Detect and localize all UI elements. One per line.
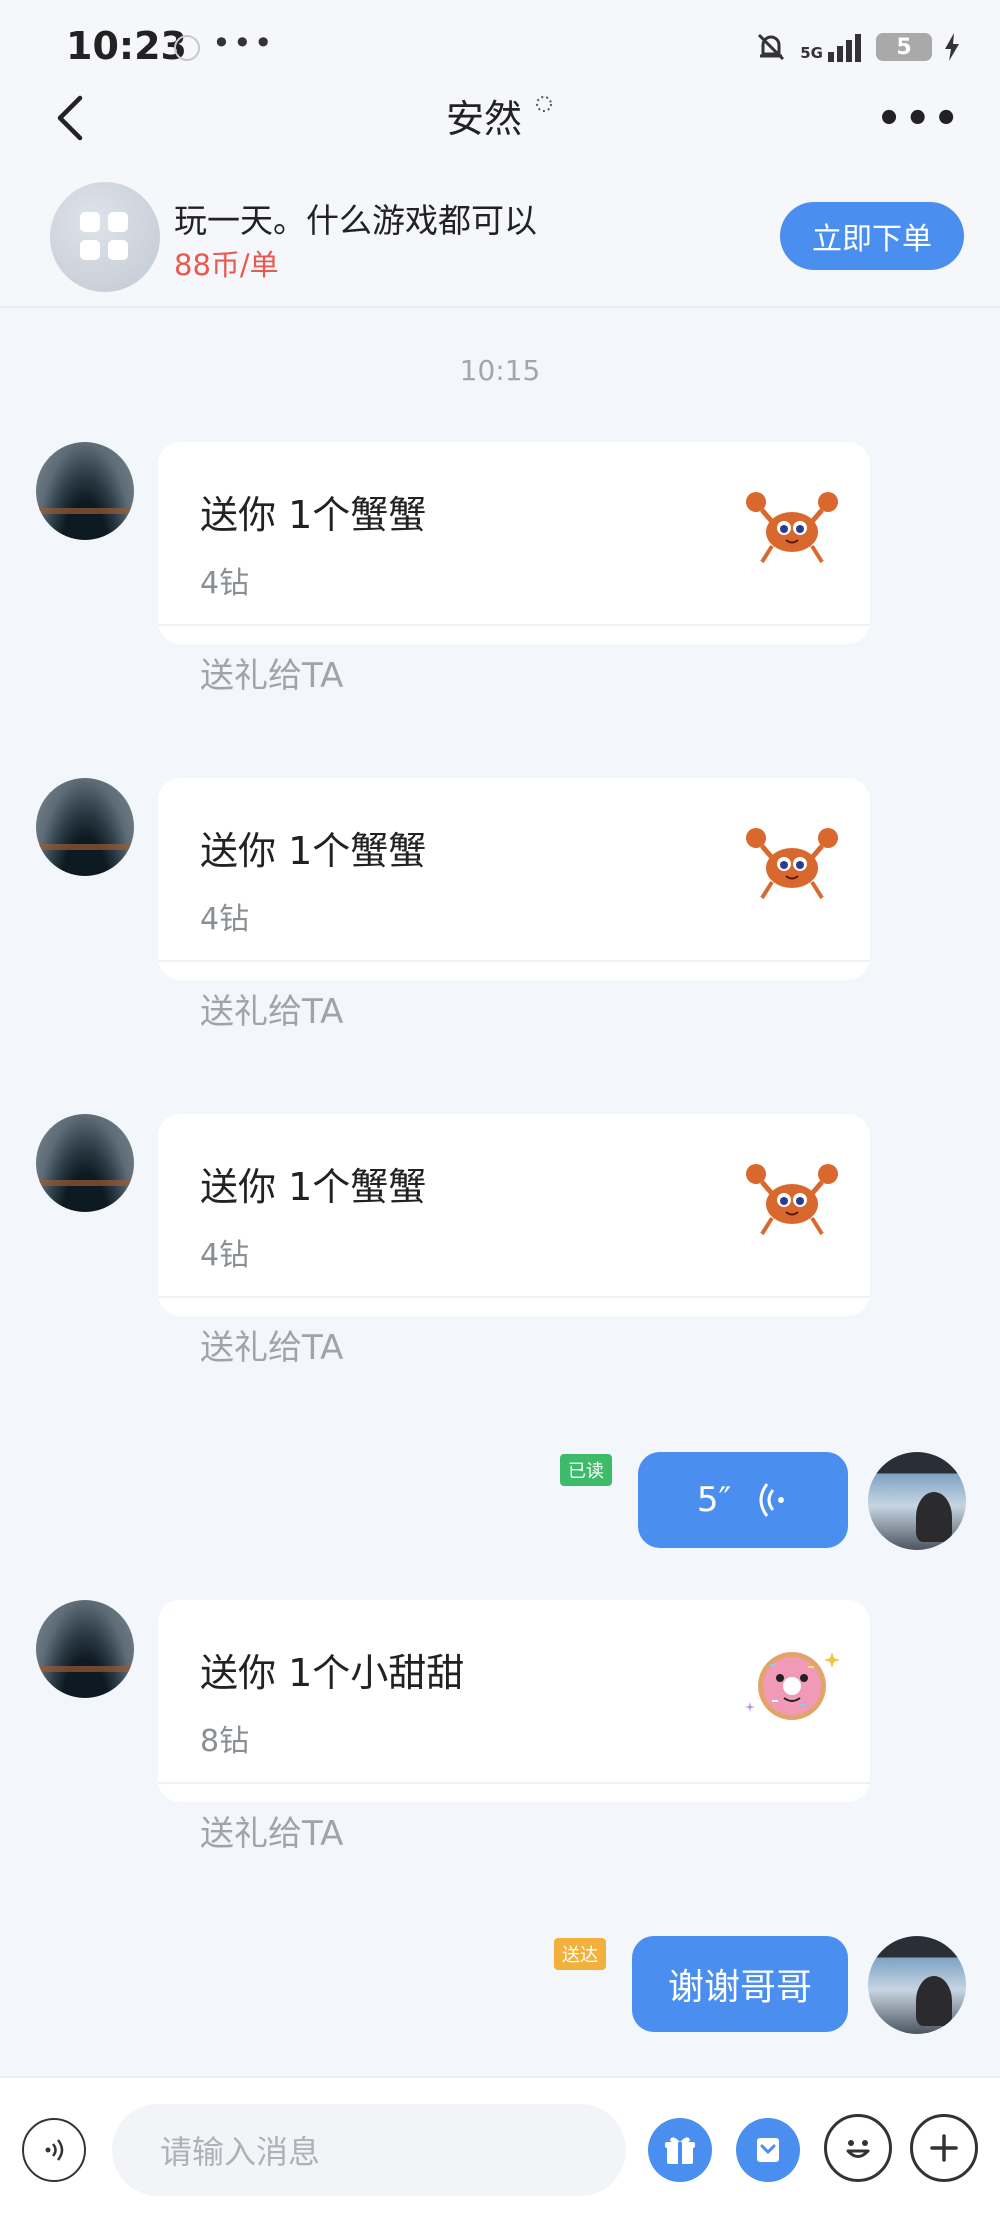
voice-icon: [45, 2139, 64, 2161]
text-message-bubble[interactable]: 谢谢哥哥: [632, 1936, 848, 2032]
network-indicator: 5G: [800, 32, 864, 62]
more-actions-button[interactable]: [910, 2114, 978, 2182]
send-gift-link[interactable]: 送礼给TA: [200, 648, 343, 697]
card-divider: [158, 624, 870, 626]
plus-icon: [930, 2134, 958, 2162]
gift-card: 送你 1个蟹蟹 4钻 送礼给TA: [158, 1114, 870, 1368]
gift-card: 送你 1个小甜甜 8钻 送礼给TA: [158, 1600, 870, 1854]
page-title[interactable]: 安然: [0, 88, 1000, 143]
voice-input-button[interactable]: [22, 2118, 86, 2182]
gift-message: 送你 1个蟹蟹: [200, 493, 427, 537]
send-gift-link[interactable]: 送礼给TA: [200, 984, 343, 1033]
system-icons: 5G 5: [754, 30, 960, 64]
game-category-icon: [50, 182, 160, 292]
gift-cost: 8钻: [200, 1724, 250, 1759]
gift-message: 送你 1个小甜甜: [200, 1651, 465, 1695]
order-card-button[interactable]: [736, 2118, 800, 2182]
crab-icon: [746, 492, 838, 564]
contact-name: 安然: [445, 97, 522, 141]
charging-icon: [945, 33, 959, 61]
gift-button[interactable]: [648, 2118, 712, 2182]
voice-message-bubble[interactable]: 5″: [638, 1452, 848, 1548]
card-divider: [158, 960, 870, 962]
my-avatar[interactable]: [868, 1936, 966, 2034]
online-status-icon: [536, 96, 553, 112]
gift-card: 送你 1个蟹蟹 4钻 送礼给TA: [158, 442, 870, 696]
contact-avatar[interactable]: [36, 1114, 134, 1212]
contact-avatar[interactable]: [36, 1600, 134, 1698]
card-divider: [158, 1782, 870, 1784]
emoji-smile-icon: [846, 2140, 870, 2158]
status-time: 10:23: [66, 24, 187, 68]
voice-duration: 5″: [696, 1480, 732, 1520]
donut-icon: [745, 1652, 840, 1720]
message-input[interactable]: 请输入消息: [112, 2104, 626, 2196]
gift-message: 送你 1个蟹蟹: [200, 1165, 427, 1209]
gift-box-icon: [665, 2137, 695, 2164]
card-divider: [158, 1296, 870, 1298]
order-bag-icon: [757, 2138, 779, 2162]
status-dots: •••: [212, 24, 275, 62]
app-indicator-icon: [174, 35, 200, 61]
my-avatar[interactable]: [868, 1452, 966, 1550]
gift-cost: 4钻: [200, 566, 250, 601]
gift-cost: 4钻: [200, 1238, 250, 1273]
voice-wave-icon: [759, 1483, 785, 1517]
contact-avatar[interactable]: [36, 442, 134, 540]
order-title: 玩一天。什么游戏都可以: [174, 201, 537, 240]
battery-icon: 5: [876, 33, 932, 61]
emoji-button[interactable]: [824, 2114, 892, 2182]
delivered-status-badge: 送达: [554, 1938, 606, 1970]
more-button[interactable]: •••: [876, 96, 962, 142]
gift-cost: 4钻: [200, 902, 250, 937]
network-label: 5G: [800, 44, 823, 62]
read-status-badge: 已读: [560, 1454, 612, 1486]
signal-icon: [828, 34, 861, 62]
crab-icon: [746, 1164, 838, 1236]
order-price: 88币/单: [174, 248, 279, 282]
gift-card: 送你 1个蟹蟹 4钻 送礼给TA: [158, 778, 870, 1032]
send-gift-link[interactable]: 送礼给TA: [200, 1806, 343, 1855]
order-now-button[interactable]: 立即下单: [780, 202, 964, 270]
crab-icon: [746, 828, 838, 900]
mute-bell-icon: [758, 33, 785, 61]
gift-message: 送你 1个蟹蟹: [200, 829, 427, 873]
contact-avatar[interactable]: [36, 778, 134, 876]
message-timestamp: 10:15: [459, 354, 541, 387]
send-gift-link[interactable]: 送礼给TA: [200, 1320, 343, 1369]
